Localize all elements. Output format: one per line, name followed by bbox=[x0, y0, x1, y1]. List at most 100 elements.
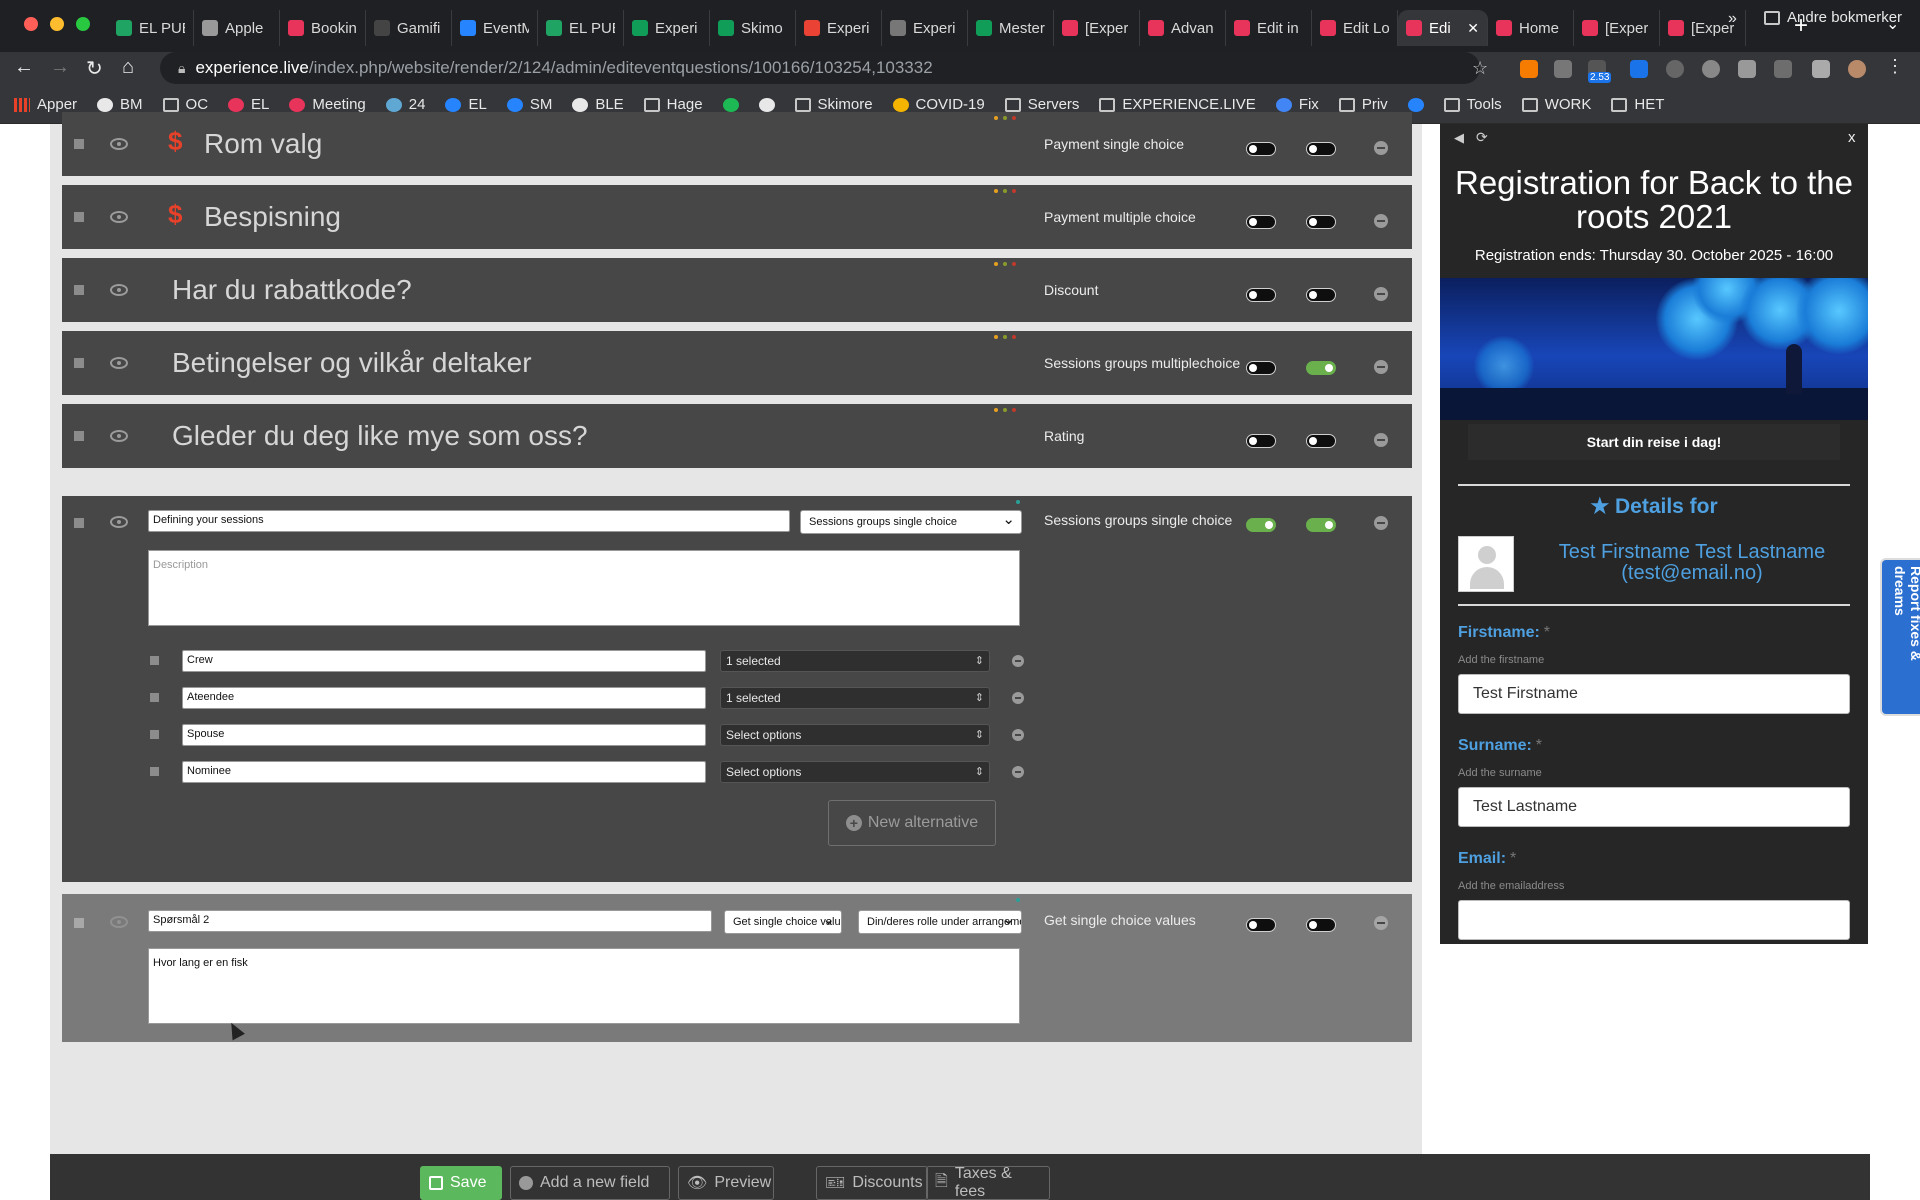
extension-analytics-icon[interactable] bbox=[1520, 60, 1538, 78]
eye-icon[interactable] bbox=[110, 284, 128, 296]
field-input[interactable] bbox=[1458, 900, 1850, 940]
browser-tab[interactable]: Mester bbox=[968, 10, 1054, 46]
reload-icon[interactable]: ↻ bbox=[86, 56, 103, 81]
alternative-drag-handle-icon[interactable] bbox=[150, 656, 159, 665]
toggle-visible[interactable] bbox=[1306, 518, 1336, 532]
remove-question-icon[interactable] bbox=[1374, 287, 1388, 301]
browser-tab[interactable]: Skimo bbox=[710, 10, 796, 46]
drag-handle-icon[interactable] bbox=[74, 918, 84, 928]
home-icon[interactable]: ⌂ bbox=[122, 56, 134, 79]
bookmark-item[interactable]: Tools bbox=[1443, 96, 1502, 113]
toggle-required[interactable] bbox=[1246, 288, 1276, 302]
bookmark-item[interactable] bbox=[1407, 97, 1424, 112]
window-minimize-button[interactable] bbox=[50, 17, 64, 31]
remove-alternative-icon[interactable] bbox=[1012, 655, 1024, 667]
toggle-visible[interactable] bbox=[1306, 918, 1336, 932]
extension-circle-icon[interactable] bbox=[1666, 60, 1684, 78]
bookmark-item[interactable]: Servers bbox=[1004, 96, 1079, 113]
remove-question-icon[interactable] bbox=[1374, 516, 1388, 530]
field-input[interactable]: Test Lastname bbox=[1458, 787, 1850, 827]
back-arrow-icon[interactable]: ← bbox=[14, 56, 34, 79]
report-feedback-tab[interactable]: Report fixes & dreams bbox=[1880, 558, 1920, 716]
extension-translate-icon[interactable] bbox=[1630, 60, 1648, 78]
bookmark-star-icon[interactable]: ☆ bbox=[1472, 58, 1488, 79]
description-textarea[interactable]: Description bbox=[148, 550, 1020, 626]
bookmark-item[interactable]: BM bbox=[97, 96, 143, 113]
bookmark-item[interactable]: Hage bbox=[643, 96, 703, 113]
question-type-select[interactable]: Get single choice values bbox=[724, 910, 842, 934]
refresh-icon[interactable]: ⟳ bbox=[1476, 129, 1488, 146]
bookmarks-overflow-icon[interactable]: » bbox=[1728, 10, 1737, 28]
bookmark-item[interactable]: BLE bbox=[572, 96, 624, 113]
eye-icon[interactable] bbox=[110, 211, 128, 223]
alternative-label-input[interactable]: Ateendee bbox=[182, 687, 706, 709]
eye-icon[interactable] bbox=[110, 916, 128, 928]
bookmark-item[interactable]: EL bbox=[445, 96, 487, 113]
eye-icon[interactable] bbox=[110, 138, 128, 150]
add-field-button[interactable]: Add a new field bbox=[510, 1166, 670, 1200]
window-close-button[interactable] bbox=[24, 17, 38, 31]
extension-pen-icon[interactable] bbox=[1738, 60, 1756, 78]
question-row[interactable]: $ Rom valg Payment single choice bbox=[62, 112, 1412, 176]
toggle-visible[interactable] bbox=[1306, 288, 1336, 302]
new-alternative-button[interactable]: + New alternative bbox=[828, 800, 996, 846]
question-type-select[interactable]: Sessions groups single choice bbox=[800, 510, 1022, 534]
discounts-button[interactable]: 🎫︎ Discounts bbox=[816, 1166, 928, 1200]
bookmark-item[interactable]: Skimore bbox=[794, 96, 873, 113]
alternative-options-select[interactable]: Select options bbox=[720, 724, 990, 746]
remove-alternative-icon[interactable] bbox=[1012, 766, 1024, 778]
question-name-input[interactable]: Defining your sessions bbox=[148, 510, 790, 532]
remove-question-icon[interactable] bbox=[1374, 214, 1388, 228]
browser-tab[interactable]: EventM bbox=[452, 10, 538, 46]
browser-tab[interactable]: Booking bbox=[280, 10, 366, 46]
remove-question-icon[interactable] bbox=[1374, 141, 1388, 155]
eye-icon[interactable] bbox=[110, 516, 128, 528]
forward-arrow-icon[interactable]: → bbox=[50, 56, 70, 79]
remove-question-icon[interactable] bbox=[1374, 433, 1388, 447]
description-textarea[interactable]: Hvor lang er en fisk bbox=[148, 948, 1020, 1024]
browser-tab[interactable]: Advan bbox=[1140, 10, 1226, 46]
bookmark-item[interactable] bbox=[758, 97, 775, 112]
browser-tab[interactable]: Experi bbox=[882, 10, 968, 46]
drag-handle-icon[interactable] bbox=[74, 285, 84, 295]
browser-tab[interactable]: Gamifi bbox=[366, 10, 452, 46]
bookmark-item[interactable]: WORK bbox=[1521, 96, 1591, 113]
drag-handle-icon[interactable] bbox=[74, 518, 84, 528]
alternative-label-input[interactable]: Nominee bbox=[182, 761, 706, 783]
bookmark-item[interactable]: 24 bbox=[385, 96, 425, 113]
browser-tab[interactable]: Apple bbox=[194, 10, 280, 46]
alternative-options-select[interactable]: 1 selected bbox=[720, 650, 990, 672]
bookmark-item[interactable] bbox=[722, 97, 739, 112]
bookmark-item[interactable]: OC bbox=[162, 96, 208, 113]
extension-devtools-icon[interactable] bbox=[1774, 60, 1792, 78]
remove-alternative-icon[interactable] bbox=[1012, 692, 1024, 704]
eye-icon[interactable] bbox=[110, 430, 128, 442]
question-name-input[interactable]: Spørsmål 2 bbox=[148, 910, 712, 932]
browser-tab[interactable]: EL PUB bbox=[538, 10, 624, 46]
bookmark-item[interactable]: EL bbox=[228, 96, 269, 113]
arrow-left-icon[interactable]: ◀ bbox=[1454, 130, 1464, 146]
close-icon[interactable]: x bbox=[1848, 129, 1856, 146]
window-zoom-button[interactable] bbox=[76, 17, 90, 31]
browser-menu-icon[interactable]: ⋮ bbox=[1886, 56, 1904, 77]
toggle-required[interactable] bbox=[1246, 918, 1276, 932]
preview-button[interactable]: 👁︎ Preview bbox=[678, 1166, 774, 1200]
toggle-required[interactable] bbox=[1246, 142, 1276, 156]
toggle-required[interactable] bbox=[1246, 434, 1276, 448]
bookmark-item[interactable]: Apper bbox=[14, 96, 77, 113]
taxes-button[interactable]: 🗎 Taxes & fees bbox=[926, 1165, 1050, 1200]
browser-tab[interactable]: EL PUB bbox=[108, 10, 194, 46]
remove-alternative-icon[interactable] bbox=[1012, 729, 1024, 741]
browser-tab[interactable]: Experi bbox=[624, 10, 710, 46]
browser-tab[interactable]: Edi ✕ bbox=[1398, 10, 1488, 46]
toggle-visible[interactable] bbox=[1306, 215, 1336, 229]
question-row[interactable]: Gleder du deg like mye som oss? Rating bbox=[62, 404, 1412, 468]
start-journey-button[interactable]: Start din reise i dag! bbox=[1468, 424, 1840, 460]
drag-handle-icon[interactable] bbox=[74, 431, 84, 441]
toggle-visible[interactable] bbox=[1306, 434, 1336, 448]
alternative-label-input[interactable]: Crew bbox=[182, 650, 706, 672]
bookmark-item[interactable]: HET bbox=[1611, 96, 1664, 113]
bookmark-item[interactable]: EXPERIENCE.LIVE bbox=[1099, 96, 1256, 113]
alternative-options-select[interactable]: Select options bbox=[720, 761, 990, 783]
remove-question-icon[interactable] bbox=[1374, 916, 1388, 930]
